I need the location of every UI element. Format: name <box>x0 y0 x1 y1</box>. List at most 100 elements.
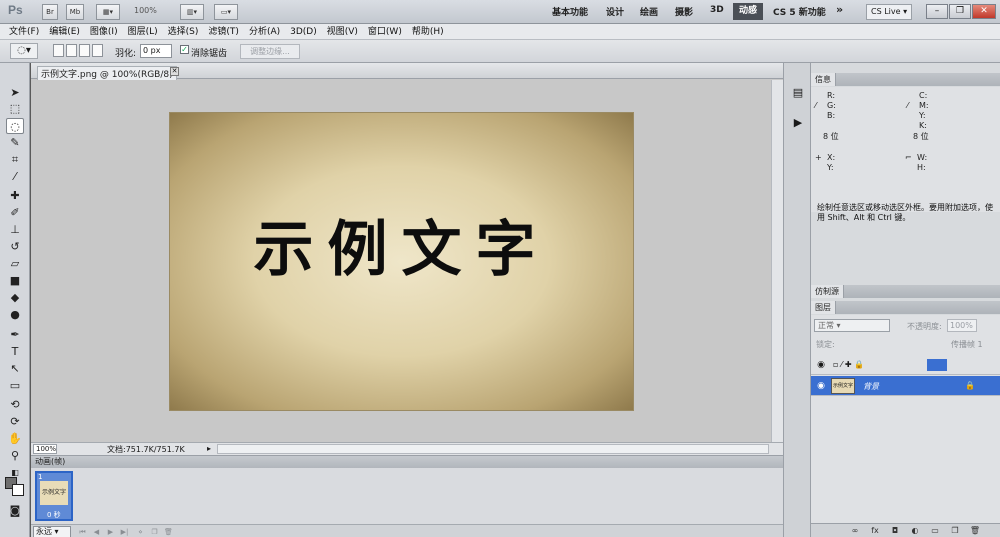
rectangle-tool-icon[interactable]: ▭ <box>6 378 24 394</box>
add-selection-icon[interactable] <box>66 44 77 57</box>
pen-tool-icon[interactable]: ✒ <box>6 327 24 343</box>
type-tool-icon[interactable]: T <box>6 344 24 360</box>
workspace-painting[interactable]: 绘画 <box>640 5 658 18</box>
duplicate-frame-icon[interactable]: ❐ <box>149 527 160 537</box>
loop-options-select[interactable]: 永远 ▾ <box>33 526 71 537</box>
eyedropper-icon: ⁄ <box>815 101 817 110</box>
menu-edit[interactable]: 编辑(E) <box>44 24 85 40</box>
layer-row-background[interactable]: ◉ 示例文字 背景 🔒 <box>811 376 1000 396</box>
restore-icon[interactable]: ❐ <box>949 4 971 19</box>
workspace-photography[interactable]: 摄影 <box>675 5 693 18</box>
arrange-documents-icon[interactable]: ▥▾ <box>180 4 204 20</box>
blur-tool-icon[interactable]: ◆ <box>6 290 24 306</box>
history-panel-icon[interactable]: ▤ <box>790 85 806 101</box>
propagate-frame-label[interactable]: 传播帧 1 <box>951 339 983 350</box>
zoom-level[interactable]: 100% <box>134 6 157 15</box>
history-brush-tool-icon[interactable]: ↺ <box>6 239 24 255</box>
blend-mode-select[interactable]: 正常 ▾ <box>814 319 890 332</box>
menu-image[interactable]: 图像(I) <box>85 24 123 40</box>
eraser-tool-icon[interactable]: ▱ <box>6 256 24 272</box>
first-frame-icon[interactable]: ⏮ <box>77 527 88 537</box>
subtract-selection-icon[interactable] <box>79 44 90 57</box>
menu-window[interactable]: 窗口(W) <box>363 24 407 40</box>
cs-live-button[interactable]: CS Live ▾ <box>866 4 913 20</box>
workspace-essentials[interactable]: 基本功能 <box>552 5 588 18</box>
hand-tool-icon[interactable]: ✋ <box>6 431 24 447</box>
zoom-tool-icon[interactable]: ⚲ <box>6 448 24 464</box>
move-tool-icon[interactable]: ➤ <box>6 85 24 101</box>
new-group-icon[interactable]: ▭ <box>929 526 941 536</box>
3d-rotate-tool-icon[interactable]: ⟲ <box>6 397 24 413</box>
horizontal-scrollbar[interactable] <box>217 444 769 454</box>
feather-input[interactable]: 0 px <box>140 44 172 58</box>
delete-layer-icon[interactable]: 🗑 <box>969 526 981 536</box>
refine-edge-button[interactable]: 调整边缘... <box>240 44 300 59</box>
visibility-eye-icon[interactable]: ◉ <box>815 359 827 371</box>
menu-help[interactable]: 帮助(H) <box>407 24 449 40</box>
extras-icon[interactable]: ▦▾ <box>96 4 120 20</box>
new-layer-icon[interactable]: ❐ <box>949 526 961 536</box>
path-select-tool-icon[interactable]: ↖ <box>6 361 24 377</box>
new-selection-icon[interactable] <box>53 44 64 57</box>
tween-icon[interactable]: ⋄ <box>135 527 146 537</box>
workspace-design[interactable]: 设计 <box>606 5 624 18</box>
workspace-motion[interactable]: 动感 <box>733 3 763 20</box>
brush-tool-icon[interactable]: ✐ <box>6 205 24 221</box>
menu-file[interactable]: 文件(F) <box>4 24 44 40</box>
play-icon[interactable]: ▶ <box>105 527 116 537</box>
eyedropper-tool-icon[interactable]: ⁄ <box>6 169 24 185</box>
delete-frame-icon[interactable]: 🗑 <box>163 527 174 537</box>
bridge-button[interactable]: Br <box>42 4 58 20</box>
screen-mode-icon[interactable]: ▭▾ <box>214 4 238 20</box>
layer-style-icon[interactable]: fx <box>869 526 881 536</box>
marquee-tool-icon[interactable]: ⬚ <box>6 101 24 117</box>
menu-filter[interactable]: 滤镜(T) <box>203 24 244 40</box>
quick-select-tool-icon[interactable]: ✎ <box>6 135 24 151</box>
menu-layer[interactable]: 图层(L) <box>123 24 163 40</box>
intersect-selection-icon[interactable] <box>92 44 103 57</box>
quick-mask-icon[interactable]: ◙ <box>6 503 24 519</box>
crop-tool-icon[interactable]: ⌗ <box>6 152 24 168</box>
workspace-cs5-new[interactable]: CS 5 新功能 <box>773 5 826 18</box>
clone-source-tab[interactable]: 仿制源 <box>811 285 844 298</box>
adjustment-layer-icon[interactable]: ◐ <box>909 526 921 536</box>
menu-select[interactable]: 选择(S) <box>163 24 204 40</box>
menu-analysis[interactable]: 分析(A) <box>244 24 285 40</box>
animation-frame[interactable]: 1 示例文字 0 秒 <box>35 471 73 521</box>
background-color-swatch[interactable] <box>12 484 24 496</box>
workspace-3d[interactable]: 3D <box>710 5 724 15</box>
vertical-scrollbar[interactable] <box>771 80 783 443</box>
close-document-icon[interactable]: ✕ <box>170 67 179 76</box>
close-icon[interactable]: ✕ <box>972 4 996 19</box>
healing-brush-tool-icon[interactable]: ✚ <box>6 188 24 204</box>
image-canvas[interactable]: 示例文字 <box>170 113 633 410</box>
previous-frame-icon[interactable]: ◀ <box>91 527 102 537</box>
add-mask-icon[interactable]: ◘ <box>889 526 901 536</box>
lasso-tool-icon[interactable]: ◌ <box>6 118 24 134</box>
antialias-checkbox[interactable]: ✓ <box>180 45 189 54</box>
3d-orbit-tool-icon[interactable]: ⟳ <box>6 414 24 430</box>
gradient-tool-icon[interactable]: ■ <box>6 273 24 289</box>
layer-row[interactable]: ◉ ▫ ⁄ ✚ 🔒 <box>811 355 1000 375</box>
menu-view[interactable]: 视图(V) <box>322 24 363 40</box>
layer-lock-icons[interactable]: ▫ ⁄ ✚ 🔒 <box>833 360 864 369</box>
dodge-tool-icon[interactable]: ● <box>6 307 24 323</box>
more-workspaces-icon[interactable]: » <box>836 3 843 16</box>
actions-panel-icon[interactable]: ▶ <box>790 115 806 131</box>
status-zoom-field[interactable]: 100% <box>33 444 57 454</box>
document-tab[interactable]: 示例文字.png @ 100%(RGB/8) <box>37 66 177 80</box>
visibility-eye-icon[interactable]: ◉ <box>815 380 827 392</box>
status-menu-arrow-icon[interactable]: ▸ <box>207 444 211 453</box>
mini-bridge-button[interactable]: Mb <box>66 4 84 20</box>
info-panel-tab[interactable]: 信息 <box>811 73 836 86</box>
clone-stamp-tool-icon[interactable]: ⊥ <box>6 222 24 238</box>
animation-panel-tab[interactable]: 动画(帧) <box>31 456 783 468</box>
opacity-input[interactable]: 100% <box>947 319 977 332</box>
minimize-icon[interactable]: – <box>926 4 948 19</box>
lasso-preset-icon[interactable]: ◌▾ <box>10 43 38 59</box>
link-layers-icon[interactable]: ∞ <box>849 526 861 536</box>
layers-tab[interactable]: 图层 <box>811 301 836 314</box>
menu-3d[interactable]: 3D(D) <box>285 24 322 40</box>
next-frame-icon[interactable]: ▶| <box>119 527 130 537</box>
frame-delay[interactable]: 0 秒 <box>47 510 61 520</box>
